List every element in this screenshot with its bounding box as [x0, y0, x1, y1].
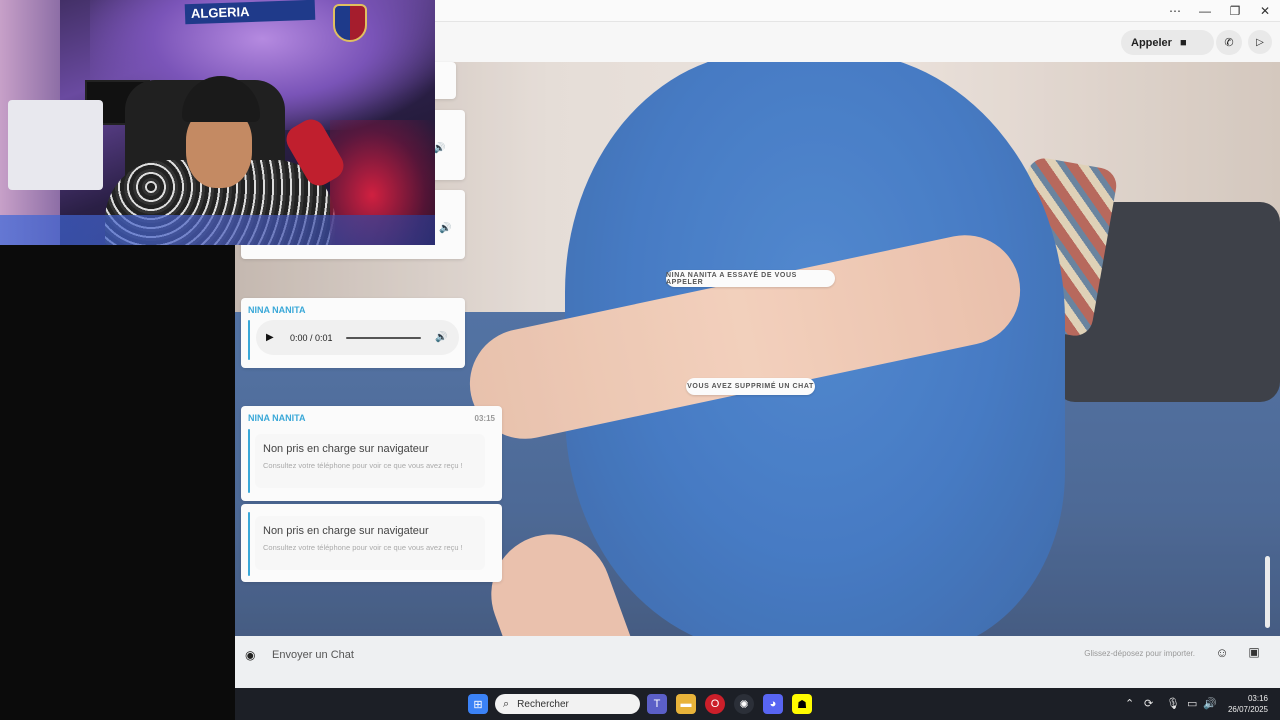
- message-accent-bar: [248, 320, 250, 360]
- clock-time: 03:16: [1247, 694, 1268, 703]
- system-clock[interactable]: 03:16 26/07/2025: [1228, 693, 1268, 715]
- camera-icon[interactable]: ◉: [245, 648, 259, 662]
- audio-message-card: NINA NANITA ▶ 0:00 / 0:01 🔊: [241, 298, 465, 368]
- play-icon: ▷: [1256, 36, 1264, 48]
- unsupported-content[interactable]: Non pris en charge sur navigateur Consul…: [255, 516, 485, 570]
- sticker-icon[interactable]: ▣: [1244, 645, 1264, 665]
- network-icon[interactable]: ▭: [1187, 697, 1197, 710]
- file-explorer-icon[interactable]: ▬: [676, 694, 696, 714]
- unsupported-title: Non pris en charge sur navigateur: [263, 443, 429, 455]
- message-accent-bar: [248, 512, 250, 576]
- unsupported-content[interactable]: Non pris en charge sur navigateur Consul…: [255, 434, 485, 488]
- emoji-icon[interactable]: ☺: [1212, 645, 1232, 665]
- microphone-icon[interactable]: 🎙: [1166, 697, 1180, 710]
- windows-taskbar: ⊞ ⌕ Rechercher T ▬ O ✺ ◕ ☗ ⌃ ⟳ 🎙 ▭ 🔊 03:…: [235, 688, 1280, 720]
- deleted-chat-notice: VOUS AVEZ SUPPRIMÉ UN CHAT: [686, 378, 815, 395]
- search-icon: ⌕: [503, 697, 510, 710]
- unsupported-subtitle: Consultez votre téléphone pour voir ce q…: [263, 543, 463, 552]
- volume-icon[interactable]: 🔊: [1203, 697, 1217, 710]
- video-camera-icon: ■: [1179, 36, 1187, 49]
- teams-icon[interactable]: T: [647, 694, 667, 714]
- windows-start-icon[interactable]: ⊞: [468, 694, 488, 714]
- volume-icon[interactable]: 🔊: [435, 332, 447, 343]
- unsupported-subtitle: Consultez votre téléphone pour voir ce q…: [263, 461, 463, 470]
- minimize-button[interactable]: —: [1190, 0, 1220, 22]
- chevron-up-icon[interactable]: ⌃: [1125, 697, 1134, 710]
- maximize-button[interactable]: ❐: [1220, 0, 1250, 22]
- message-accent-bar: [248, 429, 250, 493]
- streamer-webcam: ALGERIA: [0, 0, 435, 245]
- sync-icon[interactable]: ⟳: [1144, 697, 1153, 710]
- club-crest-icon: [333, 4, 367, 42]
- taskbar-search[interactable]: ⌕ Rechercher: [495, 694, 640, 714]
- volume-icon[interactable]: 🔊: [439, 223, 451, 234]
- unsupported-message-card: Non pris en charge sur navigateur Consul…: [241, 504, 502, 582]
- drop-hint: Glissez-déposez pour importer.: [1084, 649, 1195, 658]
- scrollbar-thumb[interactable]: [1265, 556, 1270, 628]
- sender-name: NINA NANITA: [248, 305, 306, 315]
- opera-icon[interactable]: O: [705, 694, 725, 714]
- snapchat-icon[interactable]: ☗: [792, 694, 812, 714]
- more-options-icon[interactable]: ⋯: [1160, 0, 1190, 22]
- audio-player: ▶ 0:00 / 0:01 🔊: [256, 320, 459, 355]
- phone-call-button[interactable]: ✆: [1216, 30, 1242, 55]
- unsupported-message-card: NINA NANITA 03:15 Non pris en charge sur…: [241, 406, 502, 501]
- play-button[interactable]: ▷: [1248, 30, 1272, 54]
- composer-bar: ◉ Glissez-déposez pour importer. ☺ ▣: [235, 636, 1280, 688]
- call-button[interactable]: Appeler ■: [1121, 30, 1214, 55]
- close-button[interactable]: ✕: [1250, 0, 1280, 22]
- message-time: 03:15: [474, 414, 495, 423]
- sender-name: NINA NANITA: [248, 413, 306, 423]
- chat-input[interactable]: [272, 641, 1202, 669]
- search-placeholder: Rechercher: [517, 698, 569, 710]
- audio-time: 0:00 / 0:01: [290, 332, 333, 343]
- clock-date: 26/07/2025: [1227, 705, 1268, 714]
- phone-icon: ✆: [1224, 37, 1234, 49]
- call-label: Appeler: [1131, 36, 1172, 49]
- discord-icon[interactable]: ◕: [763, 694, 783, 714]
- missed-call-notice: NINA NANITA A ESSAYÉ DE VOUS APPELER: [666, 270, 835, 287]
- chatgpt-icon[interactable]: ✺: [734, 694, 754, 714]
- unsupported-title: Non pris en charge sur navigateur: [263, 525, 429, 537]
- audio-progress-slider[interactable]: [346, 336, 421, 339]
- play-audio-icon[interactable]: ▶: [266, 332, 282, 343]
